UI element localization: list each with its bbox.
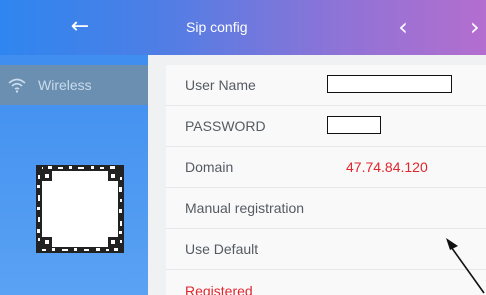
domain-value[interactable]: 47.74.84.120	[346, 159, 428, 175]
password-field[interactable]	[327, 116, 381, 134]
settings-panel: User Name PASSWORD Domain 47.74.84.120 M…	[148, 55, 486, 295]
password-label: PASSWORD	[185, 118, 266, 134]
page-title: Sip config	[186, 19, 248, 35]
sip-config-card: User Name PASSWORD Domain 47.74.84.120 M…	[166, 65, 486, 295]
arrow-pointer-icon	[446, 238, 485, 294]
manual-registration-item[interactable]: Manual registration	[166, 188, 486, 229]
user-name-field[interactable]	[327, 75, 452, 93]
list-item[interactable]: PASSWORD	[166, 106, 486, 147]
use-default-item[interactable]: Use Default	[166, 229, 486, 270]
wifi-icon	[8, 78, 26, 93]
sidebar-item-wireless[interactable]: Wireless	[0, 65, 148, 105]
list-item[interactable]: Domain 47.74.84.120	[166, 147, 486, 188]
domain-label: Domain	[185, 159, 234, 175]
list-item[interactable]: User Name	[166, 65, 486, 106]
use-default-label: Use Default	[185, 241, 259, 257]
arrow-left-icon[interactable]: ←	[60, 12, 100, 42]
sidebar-item-label: Wireless	[38, 77, 92, 93]
chevron-right-icon[interactable]: ›	[470, 12, 486, 42]
manual-registration-label: Manual registration	[185, 200, 305, 216]
sidebar: Wireless	[0, 55, 148, 295]
top-bar: ← Sip config ‹ ›	[0, 0, 486, 55]
user-name-label: User Name	[185, 77, 256, 93]
registration-status: Registered	[185, 283, 253, 295]
qr-code-icon	[36, 165, 124, 253]
chevron-left-icon[interactable]: ‹	[390, 12, 416, 42]
